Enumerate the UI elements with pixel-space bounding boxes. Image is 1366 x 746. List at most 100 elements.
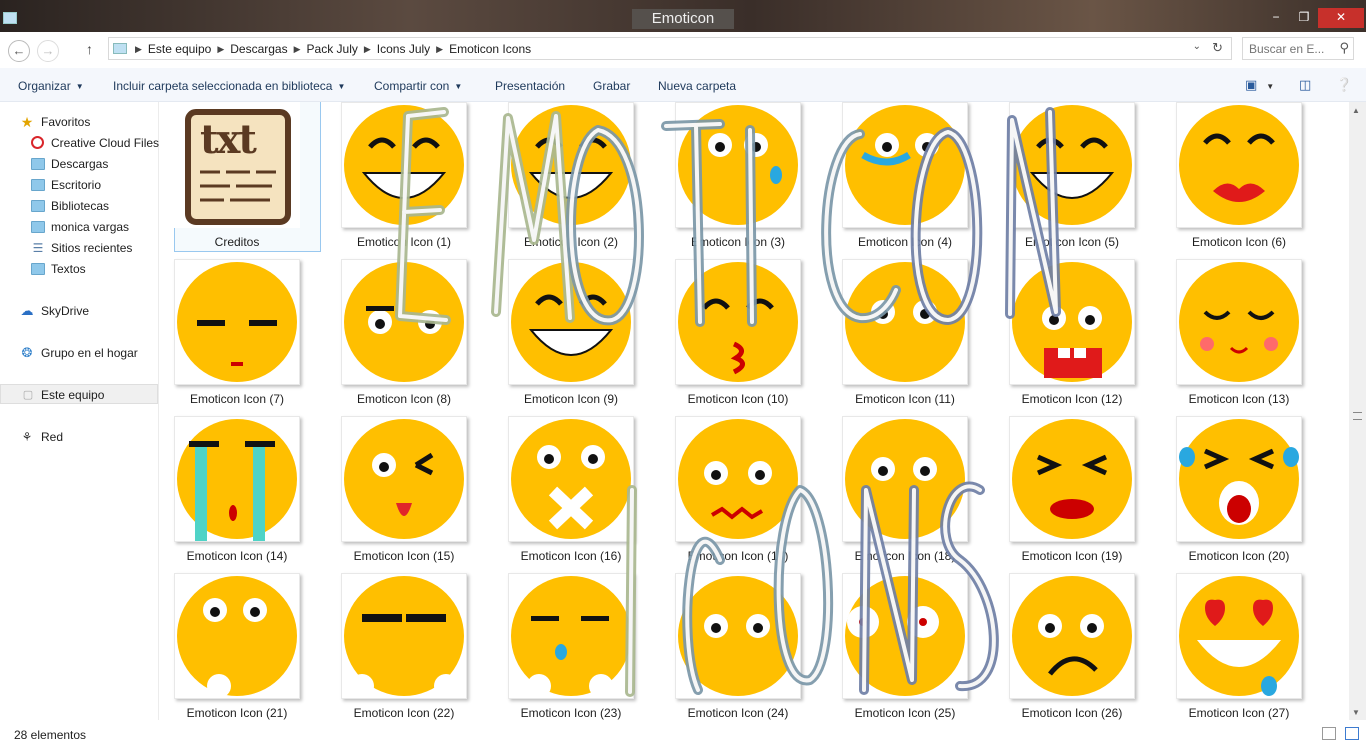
emoticon-thumbnail (174, 259, 300, 385)
sidebar-item-network[interactable]: ⚘ Red (0, 427, 158, 447)
file-item[interactable]: Emoticon Icon (5) (987, 102, 1135, 252)
sidebar-item-label: Favoritos (41, 115, 91, 129)
file-item[interactable]: Emoticon Icon (18) (820, 416, 968, 566)
file-item[interactable]: Emoticon Icon (25) (820, 573, 968, 720)
sidebar-item-textos[interactable]: Textos (0, 259, 158, 279)
file-item[interactable]: Emoticon Icon (12) (987, 259, 1135, 409)
breadcrumb-item[interactable]: Pack July (307, 42, 358, 56)
up-button[interactable]: ↑ (86, 41, 93, 57)
folder-icon (31, 221, 45, 233)
burn-button[interactable]: Grabar (593, 79, 630, 93)
breadcrumb-item[interactable]: Icons July (377, 42, 430, 56)
refresh-icon[interactable]: ↻ (1212, 40, 1223, 56)
emoticon-thumbnail (1176, 102, 1302, 228)
sidebar-item-label: Bibliotecas (51, 199, 110, 213)
file-item[interactable]: Emoticon Icon (21) (160, 573, 300, 720)
breadcrumb-item[interactable]: Este equipo (148, 42, 211, 56)
file-item[interactable]: Emoticon Icon (15) (319, 416, 467, 566)
file-name-label: Emoticon Icon (9) (523, 392, 619, 406)
file-item[interactable]: Emoticon Icon (26) (987, 573, 1135, 720)
sidebar-item-bibliotecas[interactable]: Bibliotecas (0, 196, 158, 216)
share-button[interactable]: Compartir con ▼ (374, 79, 462, 93)
back-button[interactable]: ← (8, 40, 30, 62)
include-label: Incluir carpeta seleccionada en bibliote… (113, 79, 333, 93)
file-item[interactable]: Emoticon Icon (6) (1154, 102, 1302, 252)
file-item[interactable]: Emoticon Icon (4) (820, 102, 968, 252)
file-item-credits[interactable]: txt Creditos (160, 102, 300, 252)
scroll-thumb[interactable] (1353, 412, 1362, 420)
search-icon[interactable]: ⚲ (1339, 40, 1349, 56)
large-icons-view-icon[interactable] (1345, 727, 1359, 740)
file-item[interactable]: Emoticon Icon (3) (653, 102, 801, 252)
sidebar-item-label: Creative Cloud Files (51, 136, 160, 150)
file-item[interactable]: Emoticon Icon (14) (160, 416, 300, 566)
sidebar-item-label: SkyDrive (41, 304, 90, 318)
file-item[interactable]: Emoticon Icon (17) (653, 416, 801, 566)
breadcrumb-item[interactable]: Emoticon Icons (449, 42, 531, 56)
status-bar: 28 elementos (0, 722, 1366, 746)
file-item[interactable]: Emoticon Icon (19) (987, 416, 1135, 566)
sidebar-item-label: Sitios recientes (51, 241, 133, 255)
chevron-right-icon: ▶ (363, 44, 371, 54)
file-name-label: Emoticon Icon (13) (1188, 392, 1290, 406)
file-item[interactable]: Emoticon Icon (23) (486, 573, 634, 720)
help-icon[interactable]: ❔ (1336, 77, 1352, 95)
folder-icon (31, 263, 45, 275)
file-item[interactable]: Emoticon Icon (1) (319, 102, 467, 252)
sidebar-item-escritorio[interactable]: Escritorio (0, 175, 158, 195)
sidebar-item-this-pc[interactable]: ▢ Este equipo (0, 384, 158, 404)
file-item[interactable]: Emoticon Icon (16) (486, 416, 634, 566)
file-name-label: Emoticon Icon (16) (520, 549, 622, 563)
sidebar-item-monica-vargas[interactable]: monica vargas (0, 217, 158, 237)
presentation-button[interactable]: Presentación (495, 79, 565, 93)
details-view-icon[interactable] (1322, 727, 1336, 740)
sidebar-item-recent[interactable]: ☰ Sitios recientes (0, 238, 158, 258)
item-count: 28 elementos (14, 728, 87, 742)
organize-label: Organizar (18, 79, 71, 93)
file-item[interactable]: Emoticon Icon (11) (820, 259, 968, 409)
caret-down-icon: ▼ (454, 82, 463, 91)
folder-icon (31, 179, 45, 191)
new-folder-button[interactable]: Nueva carpeta (658, 79, 736, 93)
file-item[interactable]: Emoticon Icon (7) (160, 259, 300, 409)
search-input[interactable] (1249, 39, 1339, 59)
file-item[interactable]: Emoticon Icon (13) (1154, 259, 1302, 409)
preview-pane-icon[interactable]: ◫ (1299, 77, 1311, 95)
file-item[interactable]: Emoticon Icon (27) (1154, 573, 1302, 720)
forward-button[interactable]: → (37, 40, 59, 62)
include-library-button[interactable]: Incluir carpeta seleccionada en bibliote… (113, 79, 345, 93)
file-item[interactable]: Emoticon Icon (10) (653, 259, 801, 409)
file-item[interactable]: Emoticon Icon (24) (653, 573, 801, 720)
sidebar-item-label: Red (41, 430, 64, 444)
breadcrumb-item[interactable]: Descargas (230, 42, 287, 56)
sidebar-item-skydrive[interactable]: ☁ SkyDrive (0, 301, 158, 321)
chevron-right-icon: ▶ (436, 44, 444, 54)
thumbnail-text: txt (200, 116, 257, 163)
scroll-up-icon[interactable]: ▲ (1352, 106, 1360, 115)
window-title: Emoticon Icons (632, 9, 734, 47)
file-item[interactable]: Emoticon Icon (20) (1154, 416, 1302, 566)
chevron-down-icon[interactable]: ⌄ (1193, 41, 1201, 52)
file-item[interactable]: Emoticon Icon (8) (319, 259, 467, 409)
organize-button[interactable]: Organizar ▼ (18, 79, 84, 93)
sidebar-item-homegroup[interactable]: ❂ Grupo en el hogar (0, 343, 158, 363)
file-name-label: Emoticon Icon (14) (186, 549, 288, 563)
computer-icon: ▢ (22, 389, 34, 401)
file-item[interactable]: Emoticon Icon (9) (486, 259, 634, 409)
maximize-button[interactable]: ❐ (1291, 8, 1317, 28)
file-name-label: Emoticon Icon (12) (1021, 392, 1123, 406)
file-item[interactable]: Emoticon Icon (22) (319, 573, 467, 720)
sidebar-item-favorites[interactable]: ★ Favoritos (0, 112, 158, 132)
sidebar-item-creative-cloud[interactable]: Creative Cloud Files (0, 133, 160, 153)
homegroup-icon: ❂ (21, 345, 33, 360)
view-options-icon[interactable]: ▣ ▼ (1245, 77, 1274, 95)
file-name-label: Emoticon Icon (19) (1021, 549, 1123, 563)
file-item[interactable]: Emoticon Icon (2) (486, 102, 634, 252)
close-button[interactable]: ✕ (1318, 8, 1364, 28)
scroll-down-icon[interactable]: ▼ (1352, 708, 1360, 717)
sidebar-item-descargas[interactable]: Descargas (0, 154, 158, 174)
vertical-scrollbar[interactable]: ▲ ▼ (1349, 102, 1366, 720)
path-box[interactable]: ▶ Este equipo ▶ Descargas ▶ Pack July ▶ … (108, 37, 1232, 60)
star-icon: ★ (20, 114, 34, 130)
minimize-button[interactable]: − (1263, 8, 1289, 28)
